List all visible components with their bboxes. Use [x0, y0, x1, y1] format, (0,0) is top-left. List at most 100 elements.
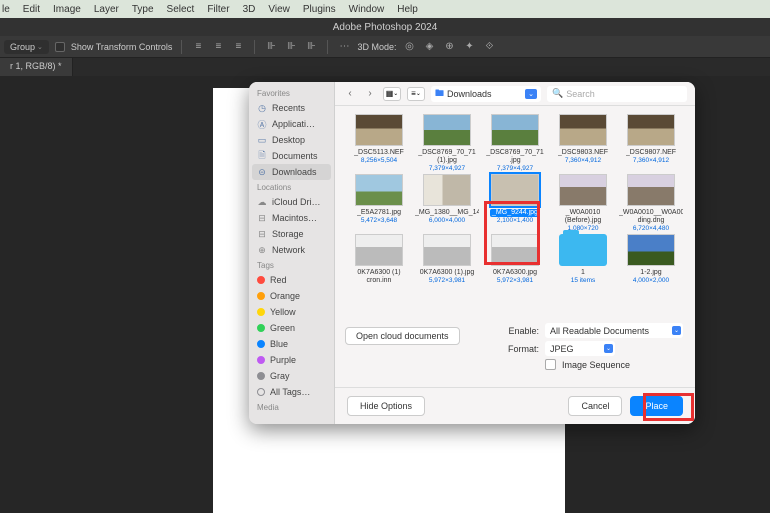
sidebar-network[interactable]: ⊕Network — [249, 242, 334, 258]
sidebar-item-label: Macintos… — [272, 213, 317, 223]
file-item[interactable]: 115 items — [549, 234, 617, 285]
file-item[interactable]: 1-2.jpg4,000×2,000 — [617, 234, 685, 285]
file-name: _E5A2781.jpg — [357, 209, 401, 217]
3d-icon[interactable]: ⟐ — [482, 40, 496, 54]
file-dimensions: 15 items — [571, 277, 596, 284]
sidebar-item-label: Storage — [272, 229, 304, 239]
sidebar-desktop[interactable]: ▭Desktop — [249, 132, 334, 148]
file-item[interactable]: 0K7A6300 (1).jpg5,972×3,981 — [413, 234, 481, 285]
tag-red[interactable]: Red — [249, 272, 334, 288]
menu-item[interactable]: Filter — [207, 4, 229, 15]
format-select[interactable]: JPEG⌄ — [545, 341, 615, 356]
file-dimensions: 5,972×3,981 — [429, 277, 465, 284]
file-item[interactable]: _W0A0010 (Before).jpg1,080×720 — [549, 174, 617, 232]
tag-orange[interactable]: Orange — [249, 288, 334, 304]
menu-item[interactable]: Window — [349, 4, 385, 15]
tag-all[interactable]: All Tags… — [249, 384, 334, 400]
file-item[interactable]: 0K7A6300.jpg5,972×3,981 — [481, 234, 549, 285]
file-item[interactable]: _MG_9244.jpg2,100×1,400 — [481, 174, 549, 232]
file-item[interactable]: _DSC8769_70_71 .jpg7,379×4,927 — [481, 114, 549, 172]
file-name: 0K7A6300.jpg — [493, 269, 537, 277]
sidebar-icloud[interactable]: ☁iCloud Dri… — [249, 194, 334, 210]
3d-icon[interactable]: ◎ — [402, 40, 416, 54]
sequence-checkbox[interactable] — [545, 359, 556, 370]
sidebar-documents[interactable]: 🗎Documents — [249, 148, 334, 164]
path-selector[interactable]: 🖿 Downloads ⌄ — [431, 86, 541, 102]
cancel-button[interactable]: Cancel — [568, 396, 622, 416]
distribute-icon[interactable]: ⊪ — [264, 40, 278, 54]
file-item[interactable]: 0K7A6300 (1) cron.inn — [345, 234, 413, 285]
menu-item[interactable]: Help — [397, 4, 418, 15]
tag-green[interactable]: Green — [249, 320, 334, 336]
view-icon-button[interactable]: ▦⌄ — [383, 87, 401, 101]
back-button[interactable]: ‹ — [343, 87, 357, 101]
place-button[interactable]: Place — [630, 396, 683, 416]
file-thumbnail — [423, 174, 471, 206]
file-grid[interactable]: _DSC5113.NEF8,256×5,504_DSC8769_70_71 (1… — [335, 106, 695, 321]
menu-item[interactable]: Type — [132, 4, 154, 15]
show-transform-checkbox[interactable] — [55, 42, 65, 52]
menu-item[interactable]: le — [2, 4, 10, 15]
file-dimensions: 7,379×4,927 — [429, 165, 465, 172]
sidebar-storage[interactable]: ⊟ Storage — [249, 226, 334, 242]
file-name: _W0A0010__W0A0013_Bl…ding.dng — [619, 209, 683, 225]
open-cloud-button[interactable]: Open cloud documents — [345, 327, 460, 345]
dialog-toolbar: ‹ › ▦⌄ ≡⌄ 🖿 Downloads ⌄ 🔍 Search — [335, 82, 695, 106]
sidebar-applications[interactable]: ⒶApplicati… — [249, 116, 334, 132]
menu-item[interactable]: Edit — [23, 4, 40, 15]
sidebar-downloads[interactable]: ⊝Downloads — [252, 164, 331, 180]
enable-select[interactable]: All Readable Documents⌄ — [545, 323, 683, 338]
tag-label: Blue — [270, 339, 288, 349]
menu-item[interactable]: Image — [53, 4, 81, 15]
distribute-icon[interactable]: ⊪ — [284, 40, 298, 54]
enable-value: All Readable Documents — [550, 326, 649, 336]
document-tab[interactable]: r 1, RGB/8) * — [0, 58, 73, 76]
tags-section: Tags — [249, 258, 334, 272]
tag-gray[interactable]: Gray — [249, 368, 334, 384]
tag-yellow[interactable]: Yellow — [249, 304, 334, 320]
file-dimensions: 7,360×4,912 — [633, 157, 669, 164]
3d-icon[interactable]: ◈ — [422, 40, 436, 54]
align-icon[interactable]: ≡ — [191, 40, 205, 54]
menu-item[interactable]: Plugins — [303, 4, 336, 15]
file-item[interactable]: _MG_1380__MG_1405_Hdr.JPG6,000×4,000 — [413, 174, 481, 232]
document-icon: 🗎 — [257, 151, 267, 161]
menu-item[interactable]: View — [268, 4, 290, 15]
menu-item[interactable]: Layer — [94, 4, 119, 15]
file-thumbnail — [355, 234, 403, 266]
mode-select[interactable]: Group ⌄ — [4, 40, 49, 54]
file-thumbnail — [627, 234, 675, 266]
file-thumbnail — [627, 114, 675, 146]
tag-blue[interactable]: Blue — [249, 336, 334, 352]
file-item[interactable]: _DSC9807.NEF7,360×4,912 — [617, 114, 685, 172]
hide-options-button[interactable]: Hide Options — [347, 396, 425, 416]
file-thumbnail — [491, 234, 539, 266]
menu-item[interactable]: Select — [167, 4, 195, 15]
storage-icon: ⊟ — [257, 229, 267, 239]
forward-button[interactable]: › — [363, 87, 377, 101]
file-thumbnail — [627, 174, 675, 206]
desktop-icon: ▭ — [257, 135, 267, 145]
search-input[interactable]: 🔍 Search — [547, 86, 687, 102]
tag-label: Purple — [270, 355, 296, 365]
view-group-button[interactable]: ≡⌄ — [407, 87, 425, 101]
file-item[interactable]: _W0A0010__W0A0013_Bl…ding.dng6,720×4,480 — [617, 174, 685, 232]
sidebar-recents[interactable]: ◷Recents — [249, 100, 334, 116]
more-icon[interactable]: ⋯ — [337, 40, 351, 54]
3d-icon[interactable]: ⊕ — [442, 40, 456, 54]
globe-icon: ⊕ — [257, 245, 267, 255]
tag-purple[interactable]: Purple — [249, 352, 334, 368]
file-item[interactable]: _DSC5113.NEF8,256×5,504 — [345, 114, 413, 172]
file-item[interactable]: _E5A2781.jpg5,472×3,648 — [345, 174, 413, 232]
file-open-dialog: Favorites ◷Recents ⒶApplicati… ▭Desktop … — [249, 82, 695, 424]
align-icon[interactable]: ≡ — [231, 40, 245, 54]
sidebar-macintosh[interactable]: ⊟Macintos… — [249, 210, 334, 226]
3d-icon[interactable]: ✦ — [462, 40, 476, 54]
menu-item[interactable]: 3D — [243, 4, 256, 15]
file-item[interactable]: _DSC8769_70_71 (1).jpg7,379×4,927 — [413, 114, 481, 172]
distribute-icon[interactable]: ⊪ — [304, 40, 318, 54]
file-item[interactable]: _DSC9803.NEF7,360×4,912 — [549, 114, 617, 172]
format-label: Format: — [497, 344, 539, 354]
align-icon[interactable]: ≡ — [211, 40, 225, 54]
file-thumbnail — [559, 234, 607, 266]
